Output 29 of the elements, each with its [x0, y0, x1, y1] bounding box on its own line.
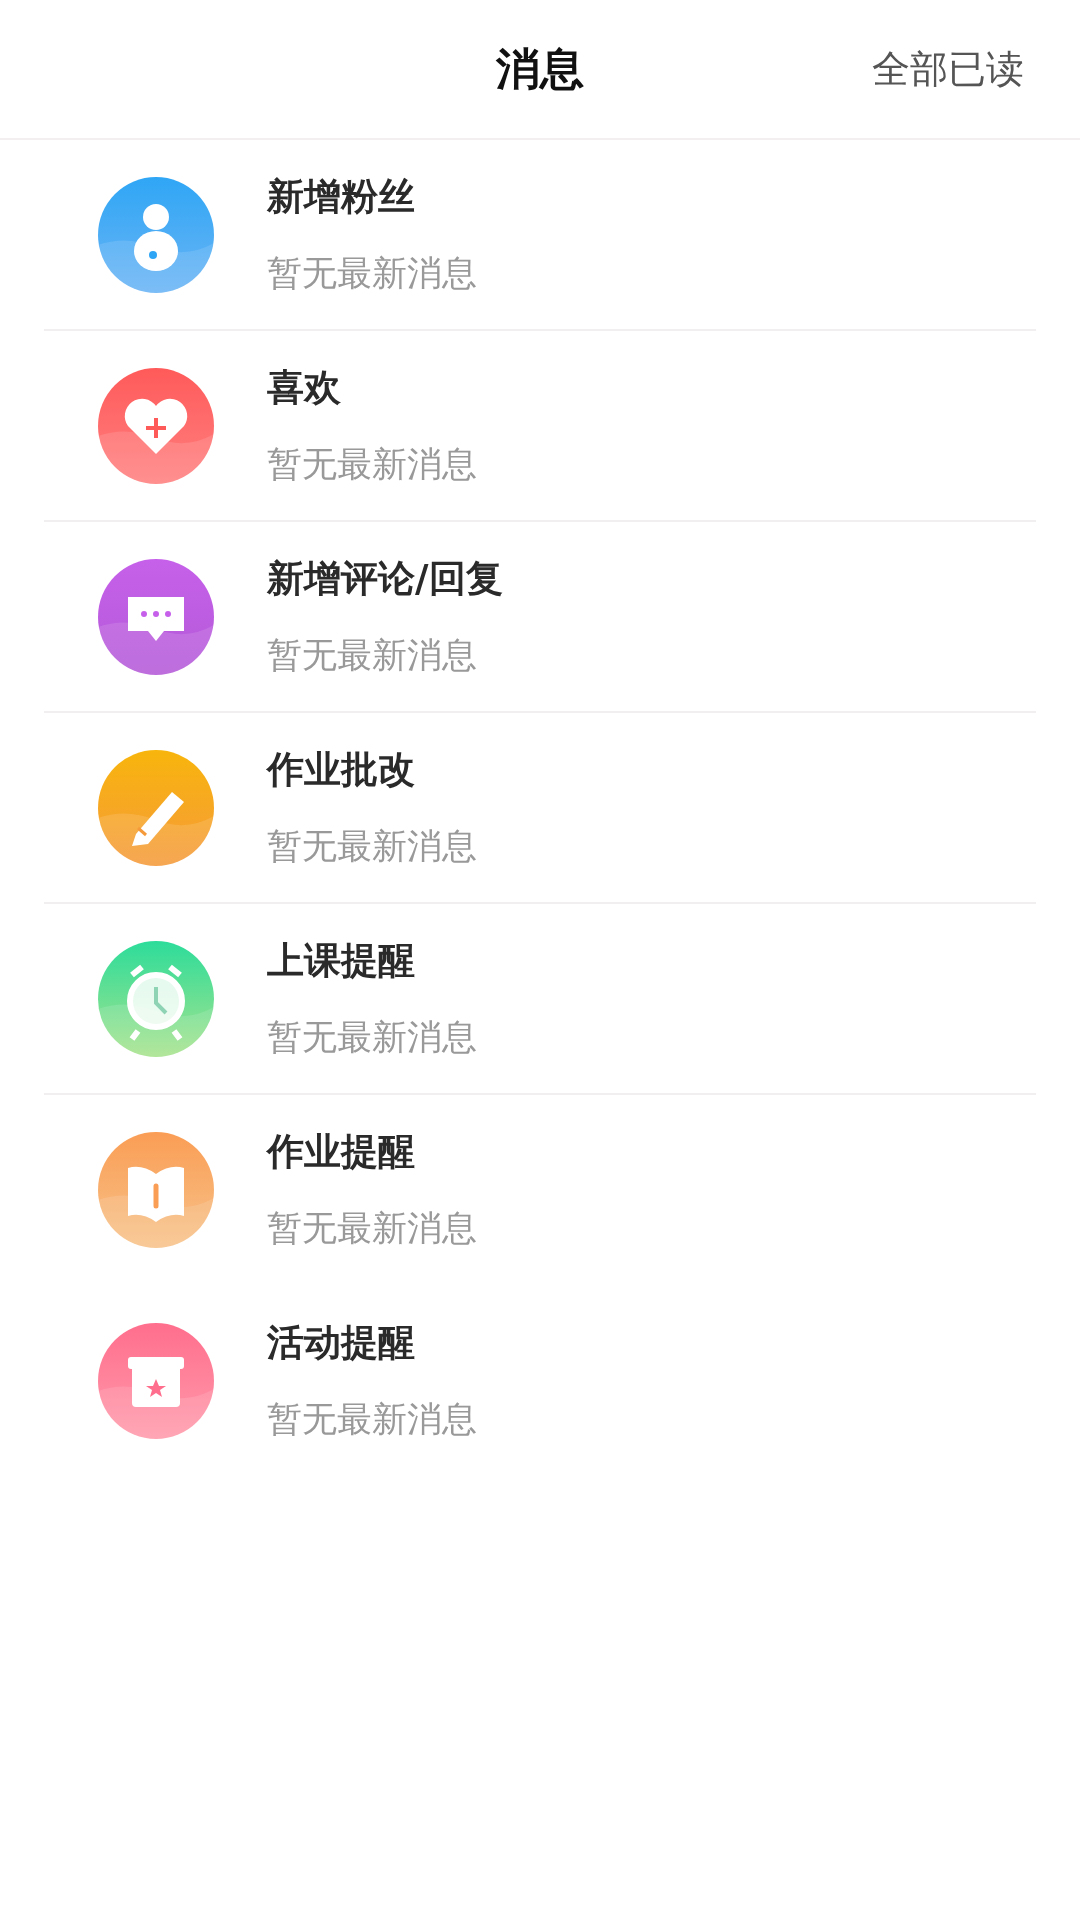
- alarm-clock-icon: [95, 938, 216, 1059]
- message-row[interactable]: 新增粉丝 暂无最新消息: [44, 140, 1036, 331]
- category-title: 作业提醒: [267, 1129, 416, 1175]
- pencil-icon: [95, 747, 216, 868]
- status-text: 暂无最新消息: [267, 252, 477, 295]
- message-row[interactable]: 新增评论/回复 暂无最新消息: [44, 522, 1036, 713]
- status-text: 暂无最新消息: [267, 634, 478, 677]
- category-title: 新增粉丝: [267, 174, 416, 220]
- category-title: 活动提醒: [267, 1320, 416, 1366]
- category-title: 新增评论/回复: [267, 556, 503, 602]
- message-row[interactable]: 作业提醒 暂无最新消息: [44, 1095, 1036, 1286]
- person-icon: [95, 174, 216, 295]
- page-title: 消息: [496, 41, 584, 96]
- message-row[interactable]: 活动提醒 暂无最新消息: [44, 1286, 1036, 1477]
- status-text: 暂无最新消息: [267, 1207, 477, 1250]
- message-row[interactable]: 作业批改 暂无最新消息: [44, 713, 1036, 904]
- category-title: 作业批改: [267, 747, 416, 793]
- message-row[interactable]: 喜欢 暂无最新消息: [44, 331, 1036, 522]
- category-title: 喜欢: [267, 365, 342, 411]
- status-text: 暂无最新消息: [267, 825, 477, 868]
- book-icon: [95, 1129, 216, 1250]
- status-text: 暂无最新消息: [267, 1398, 477, 1441]
- gift-box-icon: [95, 1320, 216, 1441]
- status-text: 暂无最新消息: [267, 443, 477, 486]
- mark-all-read-button[interactable]: 全部已读: [872, 44, 1024, 95]
- status-text: 暂无最新消息: [267, 1016, 477, 1059]
- message-row[interactable]: 上课提醒 暂无最新消息: [44, 904, 1036, 1095]
- chat-bubble-icon: [95, 556, 216, 677]
- category-title: 上课提醒: [267, 938, 416, 984]
